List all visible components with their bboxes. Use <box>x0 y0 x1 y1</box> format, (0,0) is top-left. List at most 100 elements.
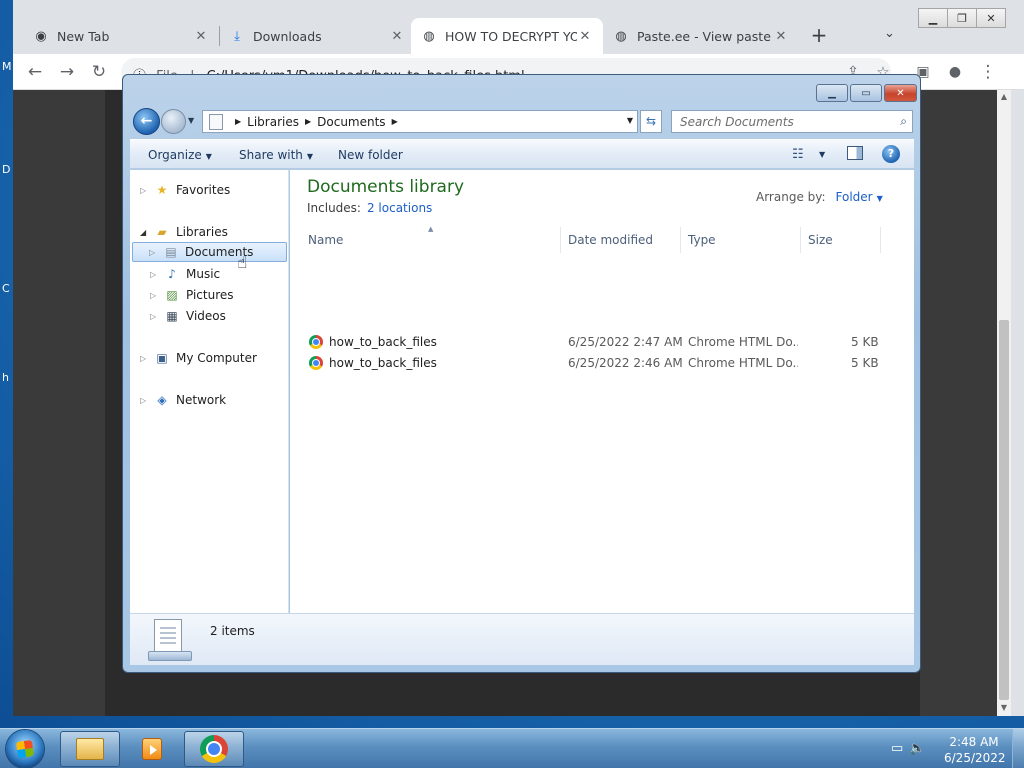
file-type: Chrome HTML Do... <box>688 356 798 370</box>
tree-label: Videos <box>186 309 226 323</box>
chevron-down-icon[interactable]: ▼ <box>188 116 194 125</box>
music-icon: ♪ <box>168 267 176 281</box>
view-options-icon[interactable]: ☷ <box>792 147 804 162</box>
new-folder-button[interactable]: New folder <box>338 148 403 162</box>
preview-pane-icon[interactable] <box>847 146 863 160</box>
expand-icon[interactable]: ▷ <box>140 354 150 363</box>
back-arrow-icon[interactable]: ← <box>23 61 47 83</box>
item-count: 2 items <box>210 624 255 638</box>
expand-icon[interactable]: ▷ <box>150 312 160 321</box>
expand-icon[interactable]: ▷ <box>149 248 159 257</box>
file-row[interactable]: how_to_back_files 6/25/2022 2:46 AM Chro… <box>290 353 914 374</box>
library-includes: Includes: 2 locations <box>307 201 432 215</box>
scrollbar-thumb[interactable] <box>999 320 1009 700</box>
tab-downloads[interactable]: ⤓ Downloads ✕ <box>219 18 415 54</box>
page-scrollbar[interactable]: ▲ ▼ <box>997 90 1011 716</box>
tree-item-favorites[interactable]: ▷ ★ Favorites <box>140 180 230 200</box>
taskbar-chrome-button[interactable] <box>184 731 244 767</box>
forward-arrow-icon[interactable]: → <box>55 61 79 83</box>
desktop-icon-label[interactable]: D <box>2 163 10 176</box>
breadcrumb-libraries[interactable]: Libraries <box>247 115 299 129</box>
taskbar-media-player-button[interactable] <box>122 731 182 767</box>
tab-title: New Tab <box>57 28 110 44</box>
forward-button[interactable] <box>161 109 186 134</box>
column-header-date-modified[interactable]: Date modified <box>561 227 681 253</box>
expand-icon[interactable]: ▷ <box>140 396 150 405</box>
desktop-icon-label[interactable]: M <box>2 60 12 73</box>
windows-logo-icon <box>15 739 35 759</box>
tree-item-my-computer[interactable]: ▷ ▣ My Computer <box>140 348 257 368</box>
tab-paste-ee[interactable]: ◍ Paste.ee - View paste Lo ✕ <box>603 18 799 54</box>
chevron-down-icon[interactable]: ▼ <box>877 194 883 203</box>
show-desktop-button[interactable] <box>1012 729 1024 768</box>
new-tab-button[interactable]: + <box>807 24 831 48</box>
close-icon[interactable]: ✕ <box>884 84 917 102</box>
column-header-type[interactable]: Type <box>681 227 801 253</box>
close-icon[interactable]: ✕ <box>193 29 209 44</box>
share-with-button[interactable]: Share with ▼ <box>239 148 313 162</box>
network-tray-icon[interactable]: ▭ <box>891 741 909 756</box>
scroll-up-icon[interactable]: ▲ <box>997 92 1011 101</box>
chevron-right-icon[interactable]: ▶ <box>305 117 311 126</box>
globe-icon: ◍ <box>423 28 435 44</box>
document-sheet <box>154 619 182 653</box>
chevron-right-icon[interactable]: ▶ <box>235 117 241 126</box>
chevron-right-icon[interactable]: ▶ <box>392 117 398 126</box>
tree-item-libraries[interactable]: ◢ ▰ Libraries <box>140 222 228 242</box>
help-icon[interactable]: ? <box>882 145 900 163</box>
tab-new-tab[interactable]: ◉ New Tab ✕ <box>23 18 219 54</box>
expand-icon[interactable]: ▷ <box>150 291 160 300</box>
profile-avatar-icon[interactable]: ● <box>943 61 967 83</box>
file-name: how_to_back_files <box>329 335 437 349</box>
desktop-icon-label[interactable]: h <box>2 371 9 384</box>
back-button[interactable]: ← <box>133 108 160 135</box>
start-button[interactable] <box>6 730 44 768</box>
column-header-size[interactable]: Size <box>801 227 881 253</box>
address-bar[interactable]: ▶ Libraries ▶ Documents ▶ ▼ <box>202 110 638 133</box>
organize-label: Organize <box>148 148 202 162</box>
file-size: 5 KB <box>851 356 879 370</box>
close-icon[interactable]: ✕ <box>389 29 405 44</box>
collapse-icon[interactable]: ◢ <box>140 228 150 237</box>
explorer-nav-bar: ← ▼ ▶ Libraries ▶ Documents ▶ ▼ ⇆ Search… <box>131 106 915 136</box>
taskbar-explorer-button[interactable] <box>60 731 120 767</box>
organize-button[interactable]: Organize ▼ <box>148 148 212 162</box>
tree-item-pictures[interactable]: ▷ ▨ Pictures <box>150 285 234 305</box>
maximize-icon[interactable]: ❐ <box>947 8 977 28</box>
locations-link[interactable]: 2 locations <box>367 201 432 215</box>
file-row[interactable]: how_to_back_files 6/25/2022 2:47 AM Chro… <box>290 332 914 353</box>
maximize-icon[interactable]: ▭ <box>850 84 882 102</box>
minimize-icon[interactable]: ▁ <box>816 84 848 102</box>
close-icon[interactable]: ✕ <box>773 29 789 44</box>
menu-dots-icon[interactable]: ⋮ <box>976 61 1000 83</box>
chevron-down-icon[interactable]: ▼ <box>627 116 633 125</box>
reload-icon[interactable]: ↻ <box>87 61 111 83</box>
volume-icon[interactable]: 🔈 <box>909 741 931 756</box>
close-icon[interactable]: ✕ <box>577 29 593 44</box>
new-folder-label: New folder <box>338 148 403 162</box>
scroll-down-icon[interactable]: ▼ <box>997 703 1011 712</box>
tab-how-to-decrypt[interactable]: ◍ HOW TO DECRYPT YOUR ✕ <box>411 18 603 54</box>
tab-search-chevron-icon[interactable]: ⌄ <box>884 26 895 41</box>
column-header-name[interactable]: Name <box>301 227 561 253</box>
tab-strip: ◉ New Tab ✕ ⤓ Downloads ✕ ◍ HOW TO DECRY… <box>13 0 1024 54</box>
tree-item-music[interactable]: ▷ ♪ Music <box>150 264 220 284</box>
search-input[interactable]: Search Documents ⌕ <box>671 110 913 133</box>
search-icon[interactable]: ⌕ <box>900 114 907 129</box>
explorer-window-controls: ▁ ▭ ✕ <box>816 84 917 102</box>
expand-icon[interactable]: ▷ <box>150 270 160 279</box>
minimize-icon[interactable]: ▁ <box>918 8 948 28</box>
refresh-button[interactable]: ⇆ <box>640 110 662 133</box>
tree-item-videos[interactable]: ▷ ▦ Videos <box>150 306 226 326</box>
tree-item-network[interactable]: ▷ ◈ Network <box>140 390 226 410</box>
breadcrumb-documents[interactable]: Documents <box>317 115 385 129</box>
chevron-down-icon[interactable]: ▼ <box>819 150 825 159</box>
search-placeholder: Search Documents <box>680 114 794 129</box>
close-icon[interactable]: ✕ <box>976 8 1006 28</box>
expand-icon[interactable]: ▷ <box>140 186 150 195</box>
desktop-icon-label[interactable]: C <box>2 282 10 295</box>
clock[interactable]: 2:48 AM 6/25/2022 <box>944 734 1006 766</box>
tree-item-documents[interactable]: ▷ ▤ Documents <box>132 242 287 262</box>
arrange-by-dropdown[interactable]: Folder <box>836 190 873 204</box>
computer-icon: ▣ <box>156 351 168 365</box>
